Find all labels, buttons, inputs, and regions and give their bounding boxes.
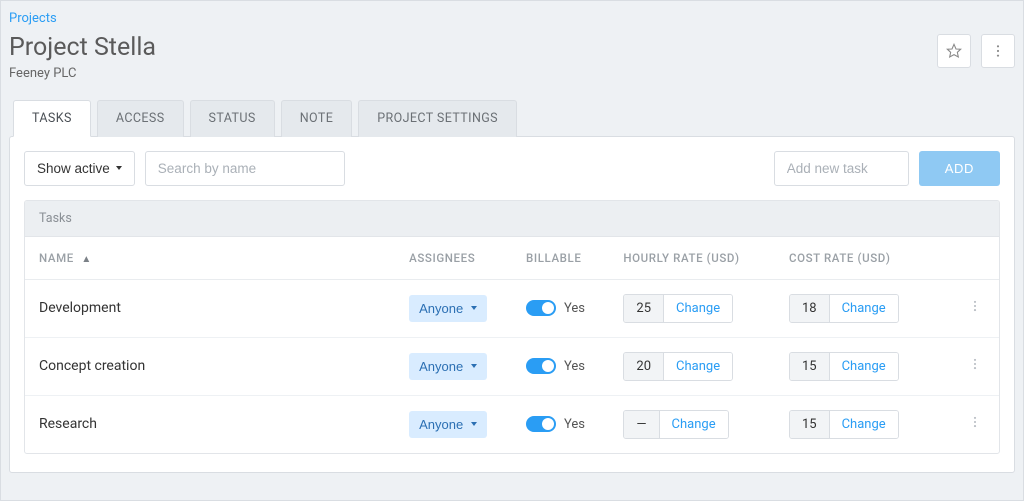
hourly-rate-value: 20 (624, 353, 664, 380)
billable-label: Yes (564, 417, 585, 432)
search-input[interactable] (145, 151, 345, 186)
breadcrumb: Projects (7, 7, 1017, 34)
cost-rate-change-button[interactable]: Change (830, 295, 898, 322)
filter-dropdown[interactable]: Show active (24, 151, 135, 186)
hourly-rate-change-button[interactable]: Change (664, 353, 732, 380)
page-subtitle: Feeney PLC (9, 66, 156, 81)
cost-rate-value: 15 (790, 411, 830, 438)
cost-rate-group: 18 Change (789, 294, 899, 323)
column-header-hourly-rate[interactable]: HOURLY RATE (USD) (609, 237, 775, 280)
more-button[interactable] (981, 34, 1015, 68)
hourly-rate-change-button[interactable]: Change (664, 295, 732, 322)
page-header: Project Stella Feeney PLC (7, 34, 1017, 99)
table-row: Research Anyone Yes (25, 395, 999, 453)
title-block: Project Stella Feeney PLC (9, 34, 156, 81)
billable-toggle[interactable] (526, 358, 556, 374)
more-vertical-icon (968, 357, 982, 371)
cost-rate-group: 15 Change (789, 410, 899, 439)
chevron-down-icon (471, 306, 477, 310)
table-row: Development Anyone Yes (25, 279, 999, 337)
more-vertical-icon (968, 415, 982, 429)
chevron-down-icon (116, 166, 122, 170)
tab-bar: TASKS ACCESS STATUS NOTE PROJECT SETTING… (7, 99, 1017, 136)
billable-toggle[interactable] (526, 416, 556, 432)
row-menu-button[interactable] (965, 415, 985, 429)
assignee-label: Anyone (419, 301, 463, 316)
billable-toggle[interactable] (526, 300, 556, 316)
table-title: Tasks (25, 201, 999, 237)
tasks-panel: Show active ADD Tasks NAME ▲ ASSIGNEES (9, 136, 1015, 473)
table-row: Concept creation Anyone Yes (25, 337, 999, 395)
more-vertical-icon (990, 43, 1006, 59)
tab-project-settings[interactable]: PROJECT SETTINGS (358, 100, 517, 137)
chevron-down-icon (471, 422, 477, 426)
task-name-cell: Development (25, 279, 395, 337)
billable-cell: Yes (526, 300, 595, 316)
hourly-rate-change-button[interactable]: Change (660, 411, 728, 438)
cost-rate-group: 15 Change (789, 352, 899, 381)
hourly-rate-group: — Change (623, 410, 728, 439)
toolbar: Show active ADD (24, 151, 1000, 186)
hourly-rate-group: 25 Change (623, 294, 733, 323)
assignee-dropdown[interactable]: Anyone (409, 353, 487, 380)
page-root: Projects Project Stella Feeney PLC TASKS… (0, 0, 1024, 501)
star-icon (946, 43, 962, 59)
chevron-down-icon (471, 364, 477, 368)
assignee-dropdown[interactable]: Anyone (409, 411, 487, 438)
column-header-assignees[interactable]: ASSIGNEES (395, 237, 512, 280)
hourly-rate-value: — (624, 411, 659, 438)
task-name-cell: Research (25, 395, 395, 453)
cost-rate-change-button[interactable]: Change (830, 353, 898, 380)
cost-rate-change-button[interactable]: Change (830, 411, 898, 438)
cost-rate-value: 18 (790, 295, 830, 322)
filter-label: Show active (37, 161, 110, 176)
add-task-button[interactable]: ADD (919, 151, 1000, 186)
page-title: Project Stella (9, 34, 156, 62)
billable-label: Yes (564, 359, 585, 374)
tab-tasks[interactable]: TASKS (13, 100, 91, 137)
assignee-dropdown[interactable]: Anyone (409, 295, 487, 322)
billable-cell: Yes (526, 416, 595, 432)
row-menu-button[interactable] (965, 299, 985, 313)
tasks-table-wrap: Tasks NAME ▲ ASSIGNEES BILLABLE HOURLY R… (24, 200, 1000, 454)
hourly-rate-group: 20 Change (623, 352, 733, 381)
task-name-cell: Concept creation (25, 337, 395, 395)
add-task-input[interactable] (774, 151, 909, 186)
favorite-button[interactable] (937, 34, 971, 68)
hourly-rate-value: 25 (624, 295, 664, 322)
more-vertical-icon (968, 299, 982, 313)
column-header-billable[interactable]: BILLABLE (512, 237, 609, 280)
tab-note[interactable]: NOTE (281, 100, 353, 137)
row-menu-button[interactable] (965, 357, 985, 371)
column-header-cost-rate[interactable]: COST RATE (USD) (775, 237, 950, 280)
breadcrumb-projects-link[interactable]: Projects (9, 11, 57, 26)
cost-rate-value: 15 (790, 353, 830, 380)
column-header-menu (950, 237, 999, 280)
header-actions (937, 34, 1015, 68)
column-header-name-label: NAME (39, 251, 74, 265)
sort-indicator-icon: ▲ (81, 254, 92, 265)
billable-label: Yes (564, 301, 585, 316)
billable-cell: Yes (526, 358, 595, 374)
assignee-label: Anyone (419, 359, 463, 374)
tasks-table: NAME ▲ ASSIGNEES BILLABLE HOURLY RATE (U… (25, 237, 999, 453)
tab-status[interactable]: STATUS (190, 100, 275, 137)
tab-access[interactable]: ACCESS (97, 100, 184, 137)
assignee-label: Anyone (419, 417, 463, 432)
column-header-name[interactable]: NAME ▲ (25, 237, 395, 280)
